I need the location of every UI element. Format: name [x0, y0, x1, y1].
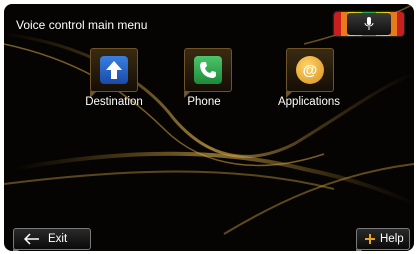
applications-label: Applications [277, 96, 340, 108]
applications-icon-box: @ [296, 56, 324, 84]
phone-icon [200, 62, 216, 78]
exit-button[interactable]: Exit [13, 228, 91, 251]
phone-label: Phone [187, 96, 221, 108]
navigation-arrow-icon [106, 61, 122, 79]
plus-icon [365, 234, 375, 244]
destination-icon-box [100, 56, 128, 84]
svg-text:@: @ [303, 62, 318, 79]
exit-label: Exit [48, 233, 68, 245]
destination-button[interactable] [90, 48, 138, 98]
help-label: Help [380, 233, 404, 245]
microphone-button[interactable] [347, 13, 391, 35]
phone-button[interactable] [184, 48, 232, 98]
voice-control-screen: Voice control main menu Destination Phon… [4, 4, 414, 251]
help-button[interactable]: Help [356, 228, 410, 251]
microphone-icon [364, 17, 374, 30]
destination-label: Destination [85, 96, 143, 108]
phone-icon-box [194, 56, 222, 84]
background-swirl [4, 4, 414, 235]
back-arrow-icon [24, 233, 39, 245]
applications-button[interactable]: @ [286, 48, 334, 98]
at-sign-icon: @ [303, 62, 318, 79]
page-title: Voice control main menu [16, 18, 148, 32]
